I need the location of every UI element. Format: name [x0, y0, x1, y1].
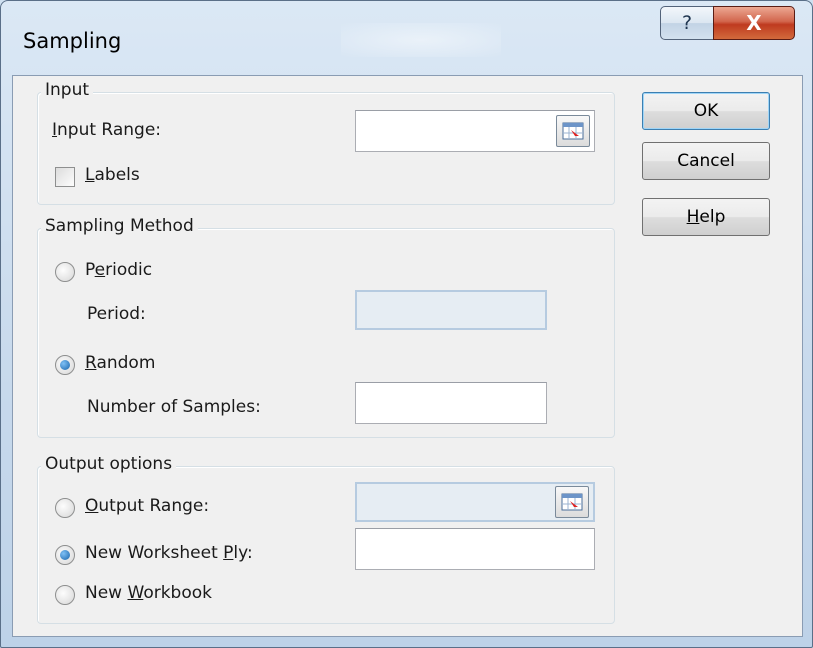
periodic-radio-label: Periodic — [85, 260, 153, 280]
output-range-select-button[interactable] — [555, 486, 589, 518]
help-button[interactable]: Help — [642, 198, 770, 236]
close-button[interactable]: X — [713, 6, 795, 40]
random-radio[interactable] — [55, 355, 75, 375]
title-help-button[interactable]: ? — [660, 6, 714, 40]
number-of-samples-field[interactable] — [355, 382, 547, 424]
new-worksheet-ply-field[interactable] — [355, 528, 595, 570]
sampling-method-label: Sampling Method — [41, 216, 198, 236]
new-workbook-radio[interactable] — [55, 585, 75, 605]
period-field[interactable] — [355, 290, 547, 330]
number-of-samples-label: Number of Samples: — [87, 397, 261, 417]
question-icon: ? — [681, 12, 693, 34]
range-select-icon — [562, 122, 584, 140]
new-worksheet-ply-label: New Worksheet Ply: — [85, 543, 253, 563]
dialog-title: Sampling — [23, 29, 122, 53]
periodic-radio[interactable] — [55, 262, 75, 282]
random-radio-label: Random — [85, 353, 156, 373]
labels-checkbox-label: Labels — [85, 165, 140, 185]
title-bar[interactable]: Sampling ? X — [1, 1, 812, 75]
range-select-icon — [561, 493, 583, 511]
new-worksheet-ply-radio[interactable] — [55, 545, 75, 565]
ok-button[interactable]: OK — [642, 92, 770, 130]
input-range-label: Input Range: — [52, 120, 162, 140]
new-workbook-label: New Workbook — [85, 583, 212, 603]
close-icon: X — [746, 11, 762, 35]
output-options-label: Output options — [41, 454, 177, 474]
period-label: Period: — [87, 304, 146, 324]
output-range-label: Output Range: — [85, 496, 210, 516]
sampling-dialog: Sampling ? X Input Input Range: Labels S… — [0, 0, 813, 648]
output-range-field[interactable] — [355, 482, 595, 522]
cancel-button[interactable]: Cancel — [642, 142, 770, 180]
input-group-label: Input — [41, 80, 94, 100]
dialog-body: Input Input Range: Labels Sampling Metho… — [12, 75, 803, 637]
input-range-select-button[interactable] — [556, 115, 590, 147]
labels-checkbox[interactable] — [55, 167, 75, 187]
output-range-radio[interactable] — [55, 498, 75, 518]
input-range-field[interactable] — [355, 110, 595, 152]
